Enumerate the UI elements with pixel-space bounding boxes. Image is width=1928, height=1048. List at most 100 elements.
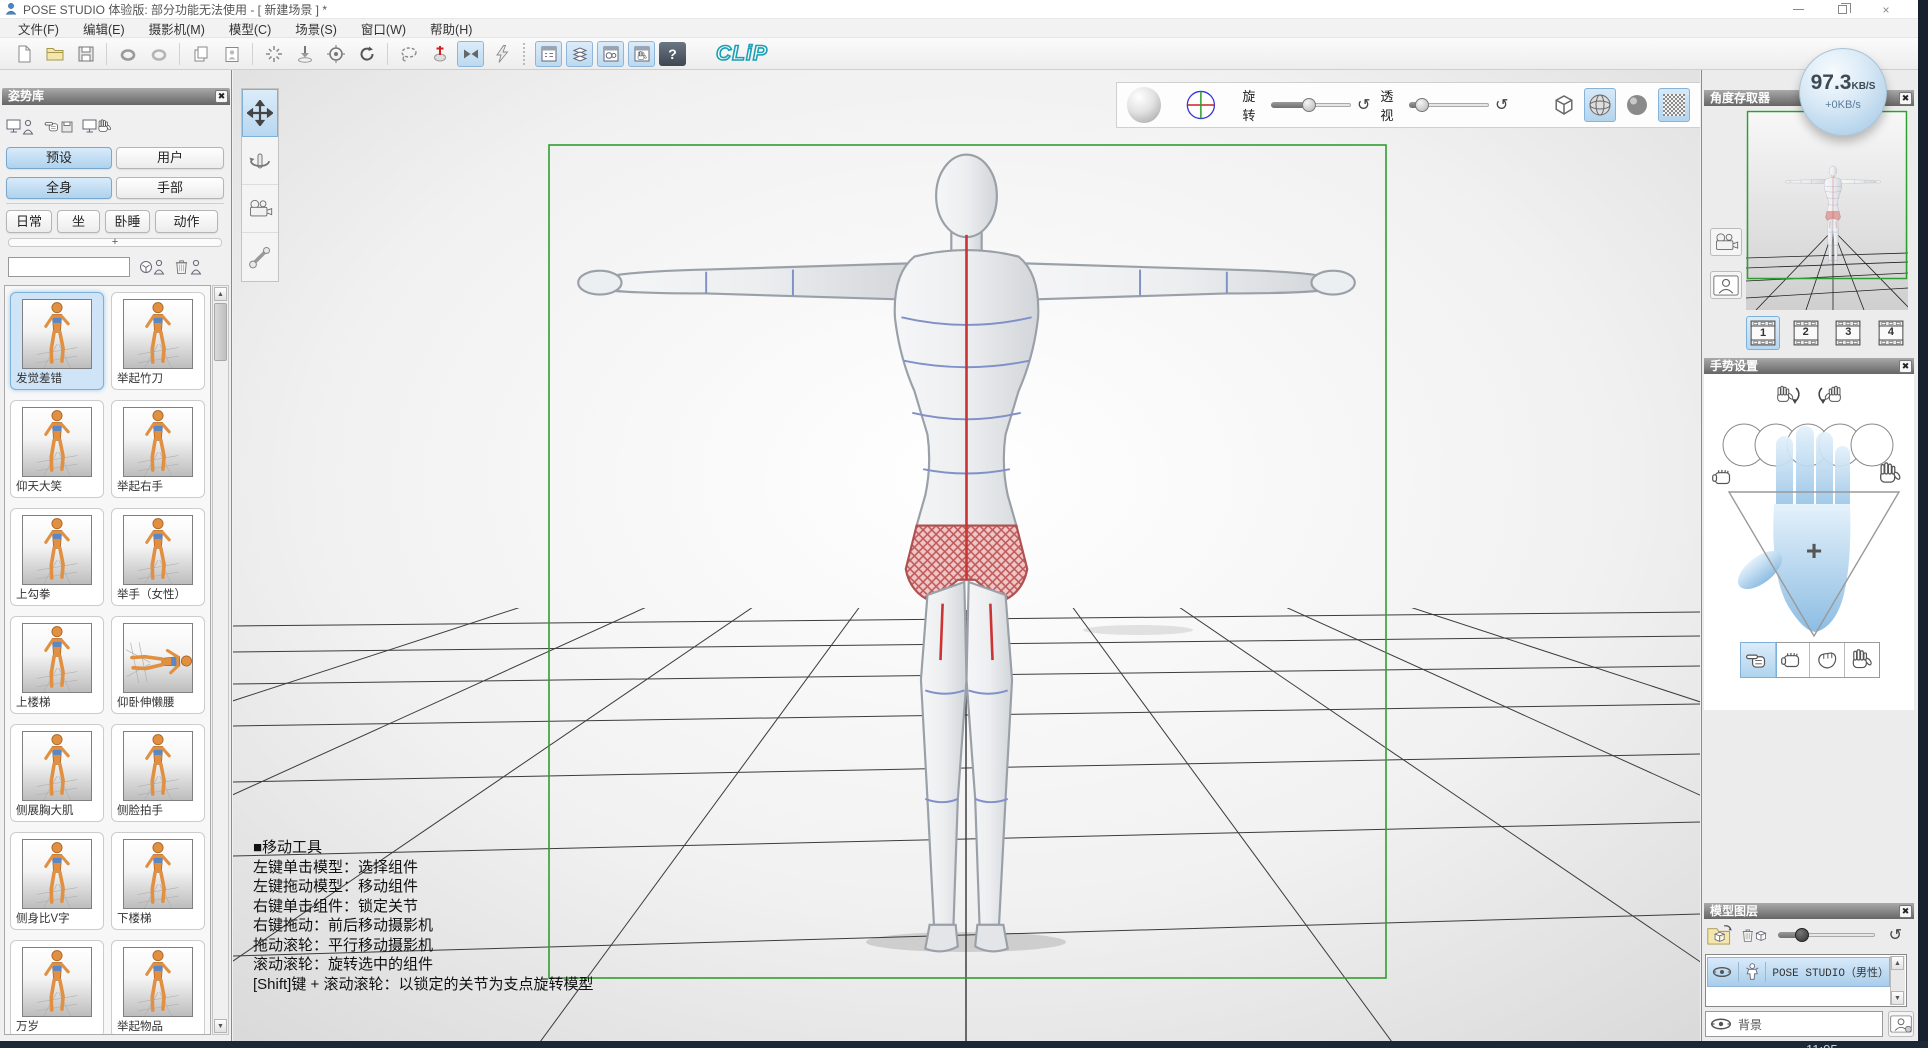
copy-icon[interactable] <box>187 41 214 67</box>
scroll-up-icon[interactable]: ▲ <box>1891 956 1904 970</box>
angle-slot-button[interactable]: 1 <box>1746 316 1780 350</box>
model-view-icon[interactable] <box>1710 271 1742 299</box>
background-layer-row[interactable]: 背景 <box>1705 1011 1883 1037</box>
pose-list-scrollbar[interactable]: ▲ ▼ <box>212 285 229 1035</box>
background-image-icon[interactable] <box>1888 1011 1914 1037</box>
pose-card[interactable]: 仰卧伸懒腰 <box>111 616 205 714</box>
gesture-preset-grab-icon[interactable] <box>1810 643 1845 677</box>
panel-close-icon[interactable]: ✖ <box>1899 92 1912 105</box>
menu-item[interactable]: 模型(C) <box>217 18 283 39</box>
network-speed-bubble[interactable]: 97.3KB/S +0KB/s <box>1799 48 1887 136</box>
pose-card[interactable]: 举起物品 <box>111 940 205 1035</box>
capture-angle-icon[interactable] <box>1710 228 1742 256</box>
pose-card[interactable]: 下楼梯 <box>111 832 205 930</box>
pose-card[interactable]: 侧展胸大肌 <box>10 724 104 822</box>
model-layer-row[interactable]: POSE STUDIO（男性） <box>1707 957 1890 987</box>
taskbar[interactable]: 11:05 <box>0 1041 1928 1048</box>
apply-pose-icon[interactable] <box>82 117 112 137</box>
dither-toggle-icon[interactable] <box>1658 88 1690 122</box>
delete-pose-icon[interactable] <box>174 257 204 277</box>
panel-close-icon[interactable]: ✖ <box>215 90 228 103</box>
pose-card[interactable]: 上楼梯 <box>10 616 104 714</box>
pose-card[interactable]: 举起右手 <box>111 400 205 498</box>
solid-sphere-toggle-icon[interactable] <box>1621 88 1653 122</box>
menu-item[interactable]: 场景(S) <box>283 18 349 39</box>
drop-to-floor-icon[interactable] <box>291 41 318 67</box>
angle-preview[interactable] <box>1746 110 1908 310</box>
camera-tool-icon[interactable] <box>242 185 278 233</box>
save-icon[interactable] <box>72 41 99 67</box>
panel-close-icon[interactable]: ✖ <box>1899 905 1912 918</box>
bone-tool-icon[interactable] <box>242 233 278 281</box>
pose-card[interactable]: 举起竹刀 <box>111 292 205 390</box>
viewport[interactable]: 旋转 ↺ 透视 ↺ <box>233 70 1700 1041</box>
shaded-mesh-toggle-icon[interactable] <box>1584 88 1616 122</box>
light-direction-ball[interactable] <box>1127 87 1161 123</box>
help-button[interactable]: ? <box>659 42 686 66</box>
open-folder-icon[interactable] <box>41 41 68 67</box>
center-view-icon[interactable] <box>260 41 287 67</box>
category-button[interactable]: 卧睡 <box>105 210 150 233</box>
apply-pose-to-model-icon[interactable] <box>138 257 168 277</box>
gesture-preset-open-icon[interactable] <box>1845 643 1879 677</box>
scroll-up-icon[interactable]: ▲ <box>214 287 227 301</box>
search-input[interactable] <box>8 257 130 277</box>
model-opacity-slider[interactable] <box>1778 927 1874 943</box>
camera-view-icon[interactable] <box>457 41 484 67</box>
tab-scope[interactable]: 手部 <box>116 177 224 199</box>
layers-scrollbar[interactable]: ▲ ▼ <box>1890 956 1905 1005</box>
layer-visibility-icon[interactable] <box>1712 966 1732 978</box>
swap-left-hand-icon[interactable] <box>1768 380 1804 410</box>
toggle-angle-panel-icon[interactable] <box>597 41 624 67</box>
undo-icon[interactable] <box>114 41 141 67</box>
panel-close-icon[interactable]: ✖ <box>1899 360 1912 373</box>
reset-opacity-icon[interactable]: ↺ <box>1889 925 1902 945</box>
rotate-tool-icon[interactable] <box>242 137 278 185</box>
angle-slot-button[interactable]: 3 <box>1831 316 1865 350</box>
wireframe-box-icon[interactable] <box>1548 88 1580 122</box>
target-icon[interactable] <box>322 41 349 67</box>
move-tool-icon[interactable] <box>242 89 278 137</box>
menu-item[interactable]: 帮助(H) <box>418 18 484 39</box>
pose-card[interactable]: 上勾拳 <box>10 508 104 606</box>
tab-source[interactable]: 预设 <box>6 147 112 169</box>
save-pose-icon[interactable] <box>44 117 74 137</box>
rotate-reset-icon[interactable]: ↺ <box>1357 95 1370 115</box>
quick-render-icon[interactable] <box>488 41 515 67</box>
pose-card[interactable]: 发觉差错 <box>10 292 104 390</box>
toggle-pose-library-icon[interactable] <box>535 41 562 67</box>
lasso-select-icon[interactable] <box>395 41 422 67</box>
toggle-layers-icon[interactable] <box>566 41 593 67</box>
gesture-preset-point-icon[interactable] <box>1741 643 1776 677</box>
toggle-hand-panel-icon[interactable] <box>628 41 655 67</box>
tab-source[interactable]: 用户 <box>116 147 224 169</box>
scroll-down-icon[interactable]: ▼ <box>1891 991 1904 1005</box>
category-button[interactable]: 动作 <box>155 210 218 233</box>
category-button[interactable]: 坐 <box>57 210 100 233</box>
category-button[interactable]: 日常 <box>6 210 52 233</box>
paste-icon[interactable] <box>218 41 245 67</box>
pose-card[interactable]: 侧身比V字 <box>10 832 104 930</box>
angle-slot-button[interactable]: 2 <box>1789 316 1823 350</box>
angle-slot-button[interactable]: 4 <box>1874 316 1908 350</box>
pose-card[interactable]: 侧脸拍手 <box>111 724 205 822</box>
category-expander[interactable]: + <box>8 238 222 247</box>
restore-icon[interactable] <box>1820 0 1864 19</box>
close-icon[interactable]: × <box>1864 0 1908 19</box>
pose-card[interactable]: 举手（女性） <box>111 508 205 606</box>
scroll-down-icon[interactable]: ▼ <box>214 1019 227 1033</box>
register-pose-icon[interactable] <box>6 117 36 137</box>
pose-card[interactable]: 仰天大笑 <box>10 400 104 498</box>
delete-model-icon[interactable] <box>1741 923 1768 947</box>
perspective-slider[interactable] <box>1409 97 1489 113</box>
minimize-icon[interactable] <box>1776 0 1820 19</box>
menu-item[interactable]: 文件(F) <box>6 18 71 39</box>
axis-indicator[interactable] <box>1185 88 1217 122</box>
swap-right-hand-icon[interactable] <box>1814 380 1850 410</box>
new-file-icon[interactable] <box>10 41 37 67</box>
menu-item[interactable]: 编辑(E) <box>71 18 137 39</box>
reset-rotation-icon[interactable] <box>353 41 380 67</box>
menu-item[interactable]: 窗口(W) <box>349 18 418 39</box>
menu-item[interactable]: 摄影机(M) <box>137 18 217 39</box>
tab-scope[interactable]: 全身 <box>6 177 112 199</box>
